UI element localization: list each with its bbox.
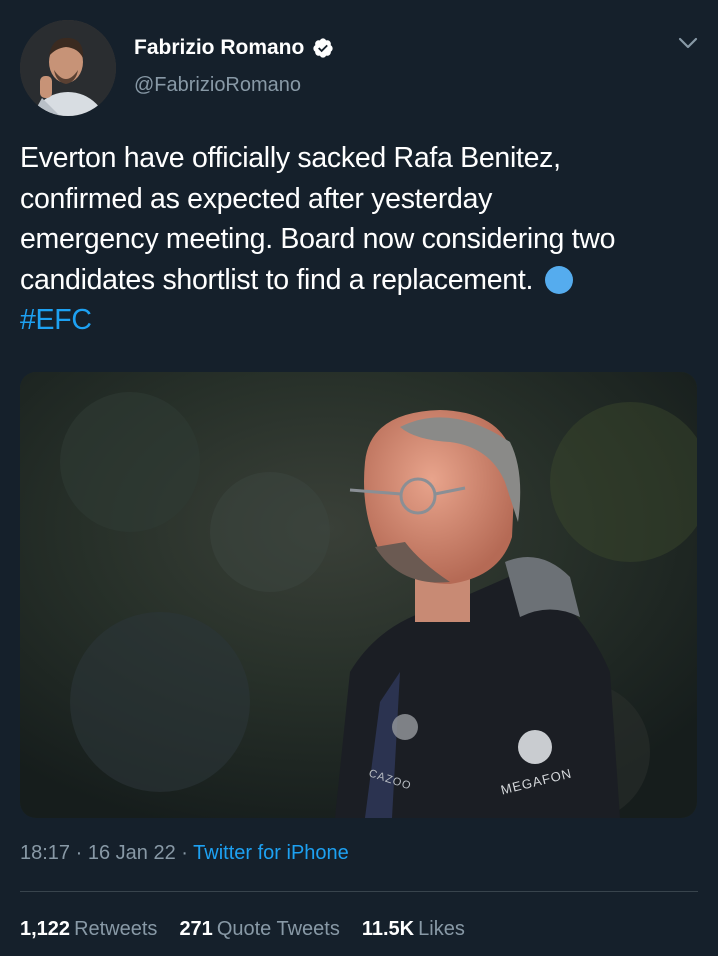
retweets-label: Retweets — [74, 918, 158, 940]
tweet-meta: 18:17 · 16 Jan 22 · Twitter for iPhone — [20, 842, 349, 865]
tweet-text: Everton have officially sacked Rafa Beni… — [20, 138, 700, 341]
meta-separator: · — [75, 842, 83, 864]
display-name[interactable]: Fabrizio Romano — [134, 36, 304, 60]
quote-tweets-count: 271 — [179, 918, 213, 940]
retweets-stat[interactable]: 1,122 Retweets — [20, 918, 157, 941]
tweet-text-line-last: candidates shortlist to find a replaceme… — [20, 260, 700, 301]
tweet-text-line: Everton have officially sacked Rafa Beni… — [20, 142, 561, 174]
quote-tweets-stat[interactable]: 271 Quote Tweets — [179, 918, 339, 941]
user-handle[interactable]: @FabrizioRomano — [134, 74, 334, 97]
avatar[interactable] — [20, 20, 116, 116]
hashtag-link[interactable]: #EFC — [20, 304, 92, 336]
quote-tweets-label: Quote Tweets — [216, 918, 340, 940]
tweet-text-line: confirmed as expected after yesterday — [20, 182, 493, 215]
avatar-photo — [20, 20, 116, 116]
likes-count: 11.5K — [361, 918, 415, 940]
retweets-count: 1,122 — [20, 918, 71, 940]
meta-separator: · — [181, 842, 188, 864]
user-block: Fabrizio Romano @FabrizioRomano — [134, 34, 334, 97]
tweet-header: Fabrizio Romano @FabrizioRomano — [20, 20, 700, 120]
tweet-time[interactable]: 18:17 — [20, 842, 70, 864]
likes-stat[interactable]: 11.5K Likes — [362, 918, 465, 941]
photo-illustration — [20, 372, 697, 818]
tweet-source-link[interactable]: Twitter for iPhone — [193, 842, 349, 864]
tweet-text-line: emergency meeting. Board now considering… — [20, 223, 616, 255]
tweet-text-line: candidates shortlist to find a replaceme… — [20, 263, 534, 296]
likes-label: Likes — [418, 918, 465, 940]
tweet-stats: 1,122 Retweets 271 Quote Tweets 11.5K Likes — [20, 918, 465, 941]
tweet-photo[interactable]: CAZOO MEGAFON — [20, 372, 697, 818]
tweet-date[interactable]: 16 Jan 22 — [88, 842, 176, 864]
divider — [20, 891, 698, 892]
display-name-row: Fabrizio Romano — [134, 34, 334, 62]
chevron-down-icon[interactable] — [678, 36, 698, 50]
verified-badge-icon — [313, 38, 333, 58]
blue-circle-emoji — [544, 265, 573, 294]
